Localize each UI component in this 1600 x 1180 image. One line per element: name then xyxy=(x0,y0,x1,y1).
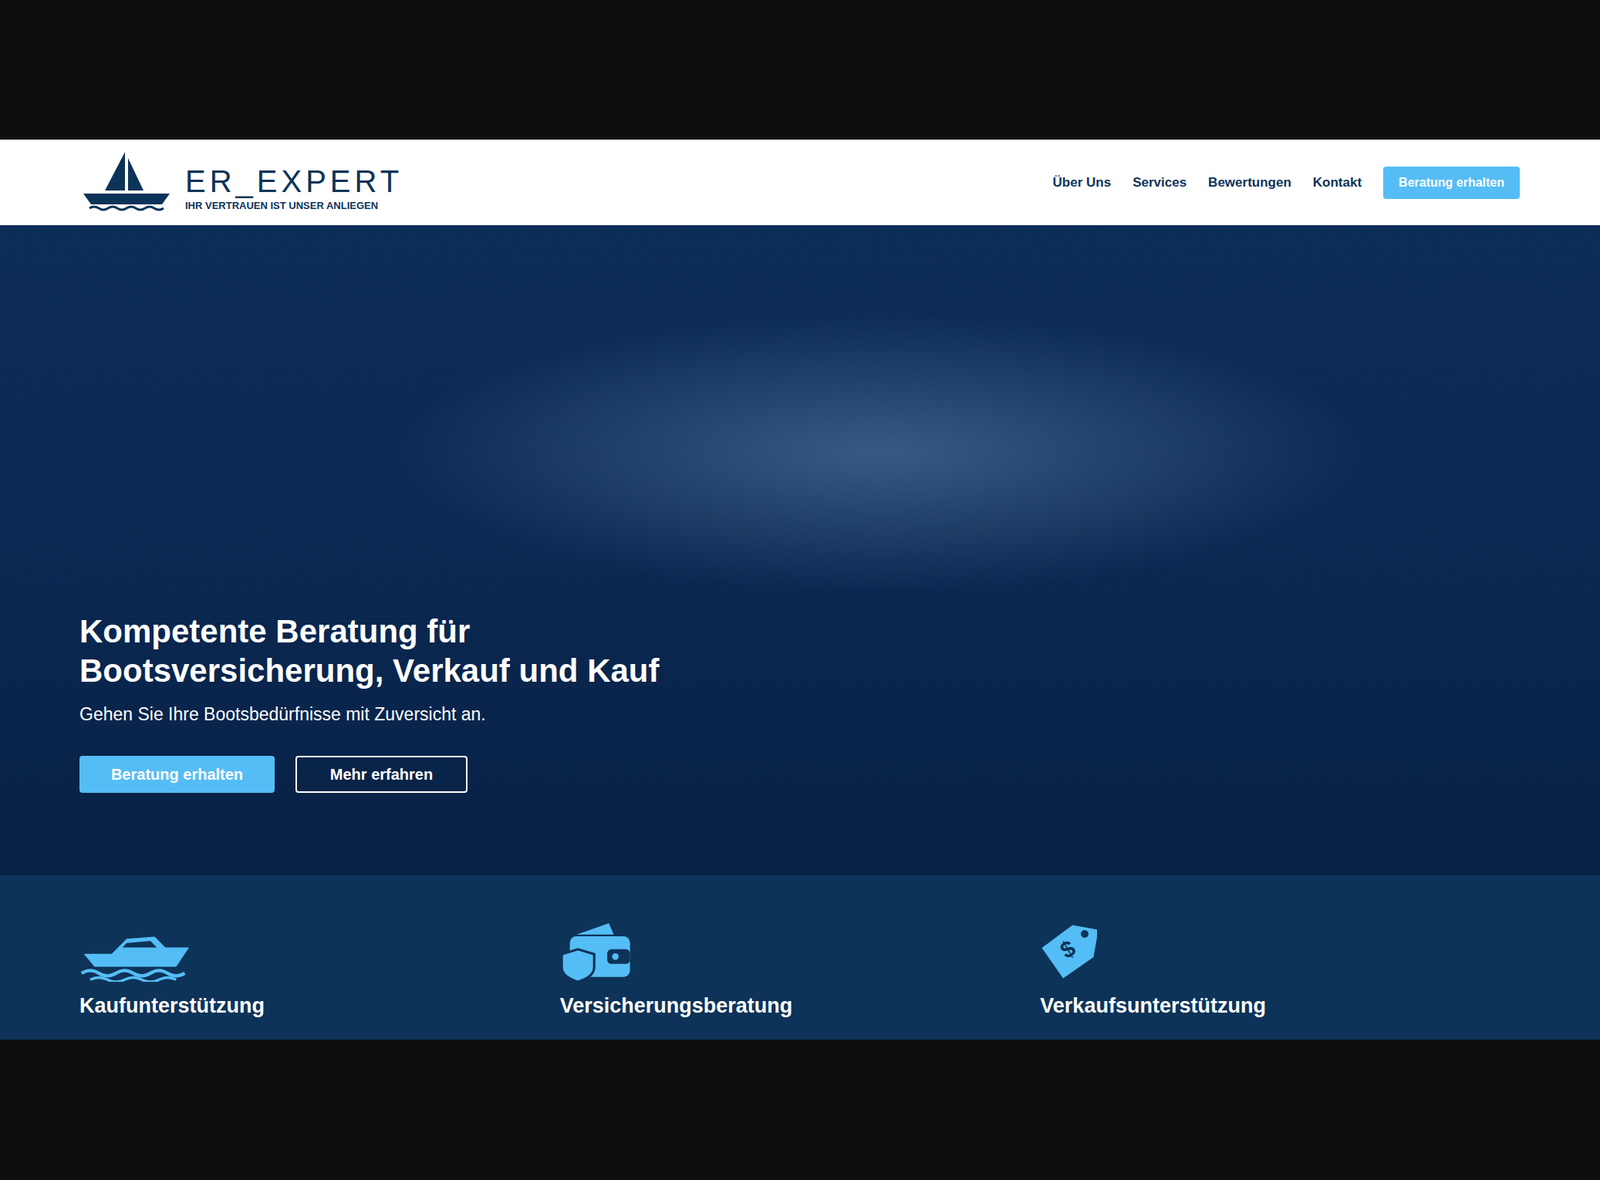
logo[interactable]: ER_EXPERT IHR VERTRAUEN IST UNSER ANLIEG… xyxy=(81,151,403,214)
header-cta-button[interactable]: Beratung erhalten xyxy=(1383,166,1520,200)
service-title: Kaufunterstützung xyxy=(79,994,265,1019)
nav-item[interactable]: Services xyxy=(1132,175,1187,191)
nav-item[interactable]: Bewertungen xyxy=(1208,175,1292,191)
learn-more-button[interactable]: Mehr erfahren xyxy=(295,756,468,794)
yacht-icon xyxy=(79,921,192,983)
services: Kaufunterstützung Versicherungsberatung $… xyxy=(0,875,1600,1040)
hero: Kompetente Beratung fürBootsversicherung… xyxy=(0,225,1600,876)
hero-subtitle: Gehen Sie Ihre Bootsbedürfnisse mit Zuve… xyxy=(79,704,1521,726)
sailboat-icon xyxy=(81,151,172,214)
wallet-icon xyxy=(560,921,634,983)
service-title: Verkaufsunterstützung xyxy=(1039,994,1266,1019)
nav-item[interactable]: Über Uns xyxy=(1053,175,1112,191)
price-tag-icon: $ xyxy=(1039,921,1098,983)
service-card[interactable]: Versicherungsberatung xyxy=(560,921,1041,1040)
service-card[interactable]: Kaufunterstützung xyxy=(79,921,561,1040)
svg-text:$: $ xyxy=(1056,935,1081,964)
service-title: Versicherungsberatung xyxy=(560,994,794,1019)
letterbox-bottom xyxy=(0,1039,1600,1180)
logo-name: ER_EXPERT xyxy=(185,165,403,197)
page: ER_EXPERT IHR VERTRAUEN IST UNSER ANLIEG… xyxy=(0,0,1600,1180)
main-nav: Über Uns Services Bewertungen Kontakt Berat… xyxy=(1053,166,1520,200)
logo-tagline: IHR VERTRAUEN IST UNSER ANLIEGEN xyxy=(185,199,403,212)
hero-title: Kompetente Beratung fürBootsversicherung… xyxy=(79,611,1521,691)
site-header: ER_EXPERT IHR VERTRAUEN IST UNSER ANLIEG… xyxy=(0,139,1600,226)
consult-button[interactable]: Beratung erhalten xyxy=(79,756,275,794)
service-card[interactable]: $ Verkaufsunterstützung xyxy=(1039,921,1521,1040)
nav-item[interactable]: Kontakt xyxy=(1313,175,1362,191)
letterbox-top xyxy=(0,0,1600,140)
